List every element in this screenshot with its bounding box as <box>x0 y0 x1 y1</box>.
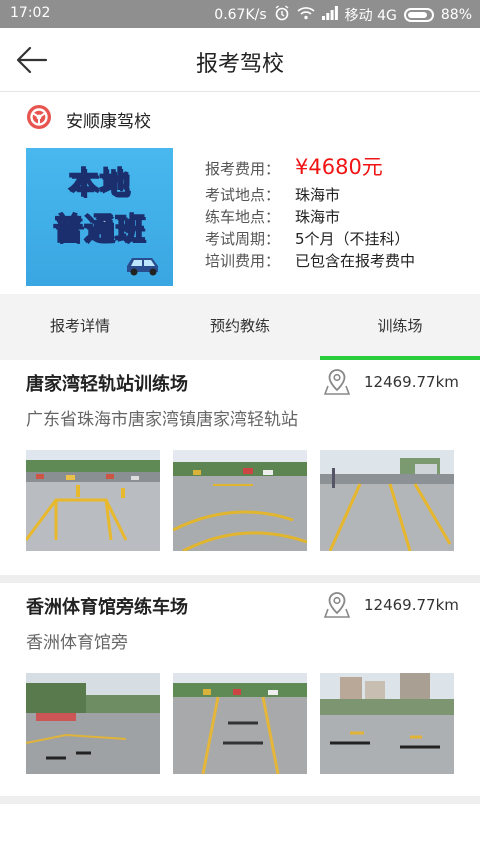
separator <box>0 796 480 804</box>
school-info-list: 报考费用： ¥4680元 考试地点： 珠海市 练车地点： 珠海市 考试周期： 5个月（不… <box>205 152 415 272</box>
venue-name: 唐家湾轻轨站训练场 <box>26 374 188 395</box>
venue-distance: 12469.77km <box>364 596 459 614</box>
info-label: 报考费用： <box>205 160 281 178</box>
info-row-exam-location: 考试地点： 珠海市 <box>205 184 415 206</box>
network-speed: 0.67K/s <box>214 7 267 23</box>
venue-address: 香洲体育馆旁 <box>26 633 128 653</box>
venue-photo[interactable] <box>173 673 307 774</box>
status-bar: 17:02 0.67K/s 移动 4G 88% <box>0 0 480 28</box>
info-row-exam-period: 考试周期： 5个月（不挂科） <box>205 228 415 250</box>
info-value: 已包含在报考费中 <box>295 252 416 270</box>
venue-photo[interactable] <box>320 673 454 774</box>
location-pin-icon <box>324 592 350 618</box>
banner-line2: 普通班 <box>52 211 146 248</box>
venue-card[interactable]: 香洲体育馆旁练车场 12469.77km 香洲体育馆旁 <box>0 583 480 796</box>
carrier-label: 移动 4G <box>344 8 397 24</box>
price-value: ¥4680元 <box>295 155 383 179</box>
info-label: 培训费用： <box>205 252 281 270</box>
banner-line1: 本地 <box>68 165 131 202</box>
course-banner[interactable]: 本地 普通班 <box>26 148 173 286</box>
venue-card[interactable]: 唐家湾轻轨站训练场 12469.77km 广东省珠海市唐家湾镇唐家湾轻轨站 <box>0 360 480 575</box>
car-icon <box>127 258 158 276</box>
status-time: 17:02 <box>10 5 51 21</box>
tab-book-coach[interactable]: 预约教练 <box>160 294 320 360</box>
battery-percent: 88% <box>440 7 472 23</box>
tab-training-ground[interactable]: 训练场 <box>320 294 480 360</box>
separator <box>0 575 480 583</box>
info-label: 考试周期： <box>205 230 281 248</box>
wifi-icon <box>297 6 315 24</box>
school-info: 安顺康驾校 本地 普通班 报考费用： ¥4680元 考试地点： 珠海市 练车地点： 珠… <box>0 92 480 294</box>
app-header: 报考驾校 <box>0 28 480 92</box>
tab-registration-details[interactable]: 报考详情 <box>0 294 160 360</box>
info-label: 练车地点： <box>205 208 281 226</box>
venue-photos <box>26 450 454 551</box>
signal-icon <box>321 6 338 24</box>
info-value: 珠海市 <box>295 208 341 226</box>
info-label: 考试地点： <box>205 186 281 204</box>
alarm-icon <box>274 5 290 25</box>
tab-bar: 报考详情 预约教练 训练场 <box>0 294 480 360</box>
arrow-left-icon <box>16 46 48 74</box>
venue-photos <box>26 673 454 774</box>
page-title: 报考驾校 <box>195 52 284 77</box>
back-button[interactable] <box>10 40 54 80</box>
venue-photo[interactable] <box>173 450 307 551</box>
info-row-practice-location: 练车地点： 珠海市 <box>205 206 415 228</box>
school-name: 安顺康驾校 <box>66 112 151 132</box>
steering-wheel-icon <box>27 105 51 129</box>
venue-name: 香洲体育馆旁练车场 <box>26 597 188 618</box>
location-pin-icon <box>324 369 350 395</box>
venue-photo[interactable] <box>26 450 160 551</box>
info-row-fee: 报考费用： ¥4680元 <box>205 152 415 182</box>
venue-photo[interactable] <box>26 673 160 774</box>
info-row-training-fee: 培训费用： 已包含在报考费中 <box>205 250 415 272</box>
battery-icon <box>403 8 434 22</box>
info-value: 珠海市 <box>295 186 341 204</box>
venue-photo[interactable] <box>320 450 454 551</box>
info-value: 5个月（不挂科） <box>295 230 410 248</box>
venue-address: 广东省珠海市唐家湾镇唐家湾轻轨站 <box>26 410 298 430</box>
venue-distance: 12469.77km <box>364 373 459 391</box>
